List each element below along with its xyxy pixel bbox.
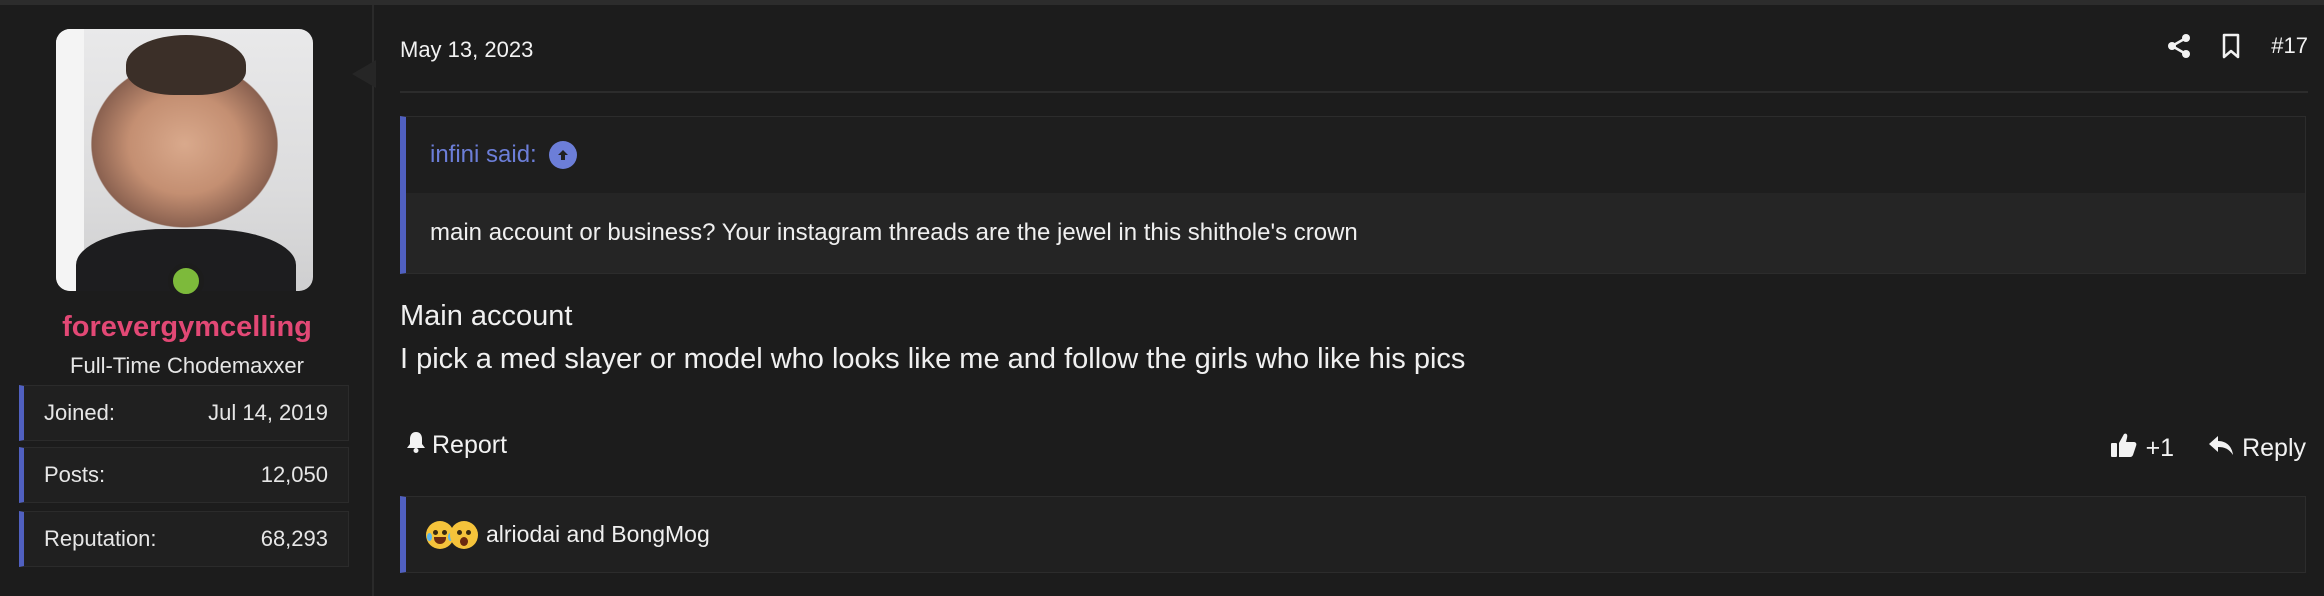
reply-label: Reply	[2242, 434, 2306, 462]
post-header-actions: #17	[2167, 33, 2308, 59]
stat-value: 68,293	[260, 526, 328, 551]
reply-button[interactable]: Reply	[2208, 434, 2306, 463]
avatar[interactable]	[56, 29, 313, 291]
quote-block: infini said: main account or business? Y…	[400, 116, 2306, 274]
message-line: I pick a med slayer or model who looks l…	[400, 343, 1466, 375]
stat-value: Jul 14, 2019	[208, 400, 328, 425]
stat-posts: Posts: 12,050	[19, 447, 349, 503]
stat-value: 12,050	[260, 462, 328, 487]
post-content: May 13, 2023 #17 infini said: main accou…	[352, 5, 2324, 596]
user-sidebar: forevergymcelling Full-Time Chodemaxxer …	[0, 5, 374, 596]
message-line: Main account	[400, 300, 573, 332]
shocked-emoji-icon	[450, 520, 478, 549]
thumbs-up-icon	[2110, 431, 2138, 466]
post-number-link[interactable]: #17	[2271, 33, 2308, 59]
post-footer-actions: +1 Reply	[2110, 431, 2306, 466]
reply-icon	[2208, 434, 2234, 463]
report-button[interactable]: Report	[406, 431, 507, 460]
user-title: Full-Time Chodemaxxer	[70, 353, 304, 378]
share-icon[interactable]	[2167, 33, 2191, 59]
online-status-indicator	[168, 263, 204, 299]
post-date-link[interactable]: May 13, 2023	[400, 37, 533, 63]
reactions-bar[interactable]: alriodai and BongMog	[400, 496, 2306, 573]
stat-label: Reputation:	[44, 526, 157, 551]
quote-text: main account or business? Your instagram…	[406, 193, 2305, 273]
bell-icon	[406, 431, 426, 460]
stat-label: Posts:	[44, 462, 106, 487]
stat-joined: Joined: Jul 14, 2019	[19, 385, 349, 441]
username-link[interactable]: forevergymcelling	[0, 311, 374, 344]
reaction-icons	[426, 520, 478, 549]
stat-reputation: Reputation: 68,293	[19, 511, 349, 567]
reaction-users[interactable]: alriodai and BongMog	[486, 521, 710, 548]
stat-label: Joined:	[44, 400, 115, 425]
bookmark-icon[interactable]	[2221, 33, 2241, 59]
header-divider	[400, 91, 2308, 93]
quote-author-link[interactable]: infini said:	[430, 141, 537, 169]
report-label: Report	[432, 431, 508, 459]
post-pointer-arrow	[352, 60, 376, 88]
post-message: Main account I pick a med slayer or mode…	[400, 295, 1465, 381]
like-count: +1	[2145, 434, 2175, 462]
quote-header: infini said:	[406, 117, 2305, 193]
arrow-up-circle-icon[interactable]	[548, 141, 577, 169]
like-button[interactable]: +1	[2110, 431, 2175, 466]
